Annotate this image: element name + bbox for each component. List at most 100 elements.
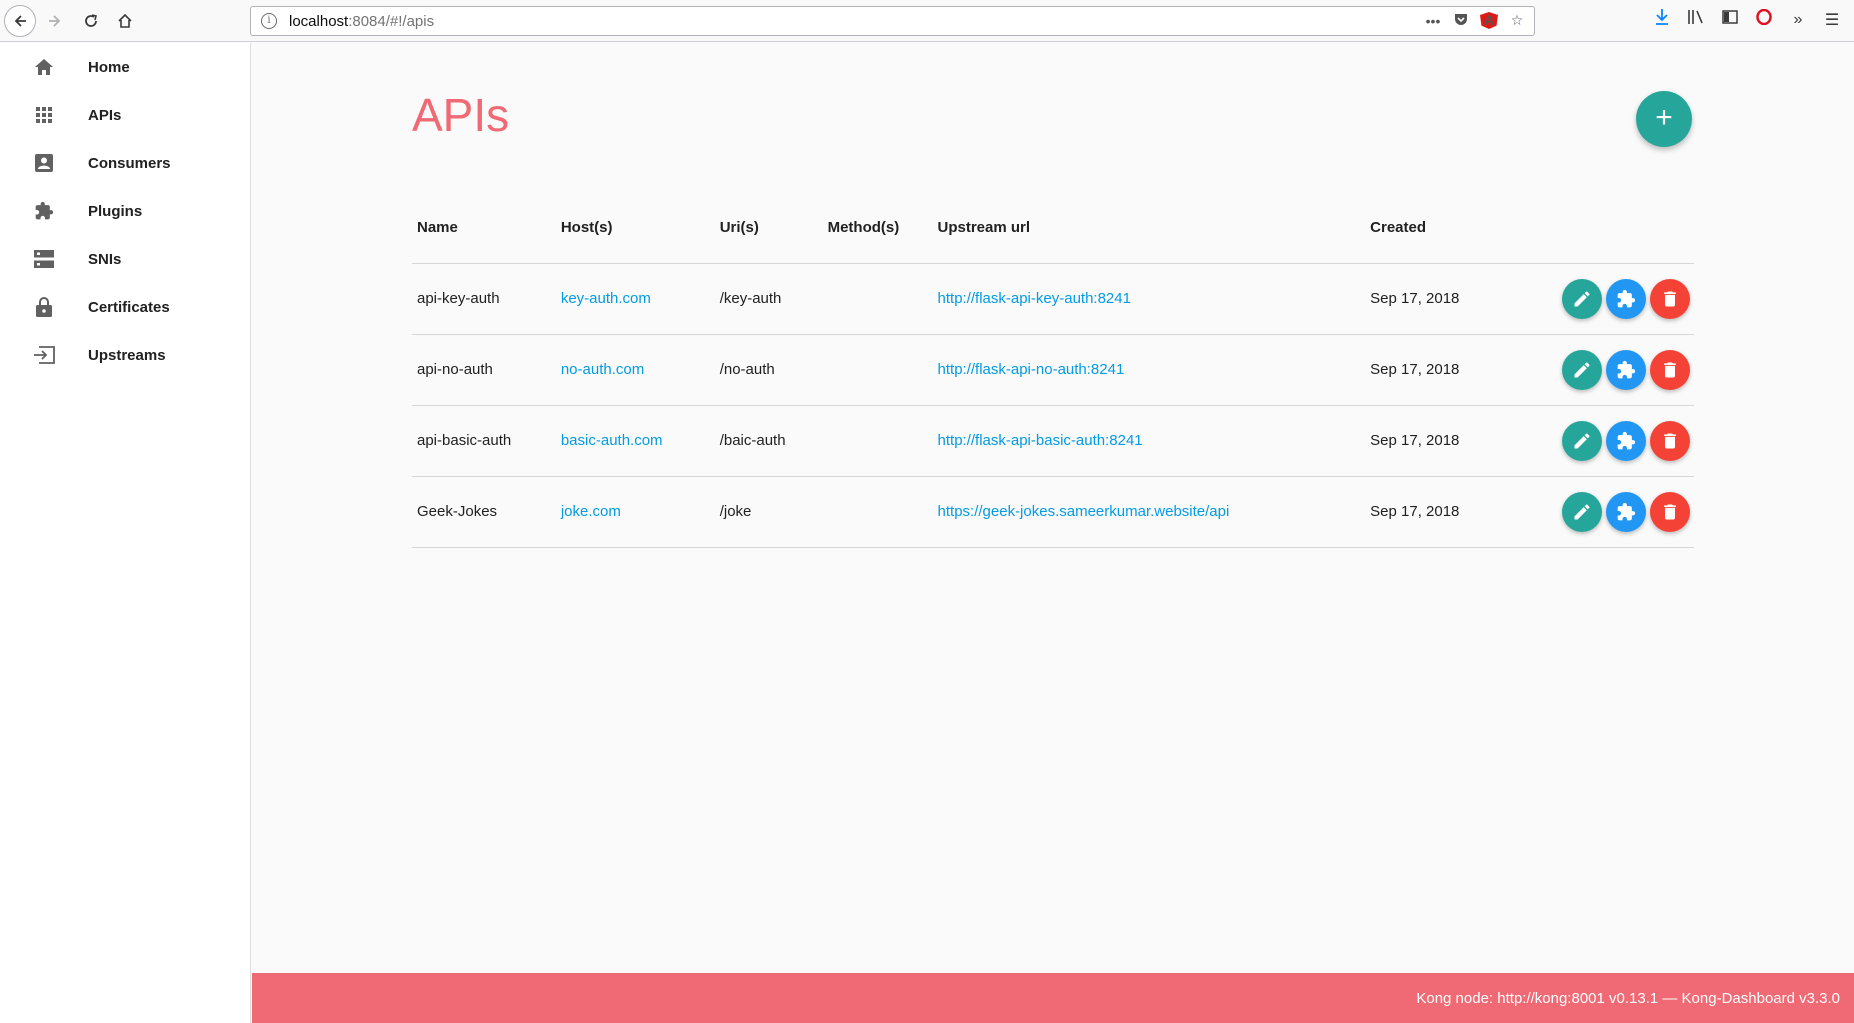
row-actions (1553, 405, 1694, 477)
api-upstream-link[interactable]: http://flask-api-no-auth:8241 (932, 334, 1366, 406)
browser-toolbar: i localhost:8084/#!/apis ••• A ☆ » ☰ (0, 0, 1854, 42)
api-host-link[interactable]: basic-auth.com (555, 405, 715, 477)
download-icon[interactable] (1652, 8, 1672, 31)
api-uri: /no-auth (714, 334, 823, 406)
sidebar-item-label: Certificates (88, 298, 170, 316)
overflow-chevron-icon[interactable]: » (1788, 11, 1808, 29)
sidebar-item-label: Upstreams (88, 346, 166, 364)
trash-icon (1664, 291, 1676, 306)
sidebar-item-label: Home (88, 58, 130, 76)
footer-version-text: Kong node: http://kong:8001 v0.13.1 — Ko… (1416, 989, 1840, 1007)
add-api-button[interactable]: + (1636, 91, 1692, 147)
edit-button[interactable] (1562, 278, 1602, 319)
more-icon[interactable]: ••• (1424, 13, 1442, 29)
extension-icon (1617, 360, 1636, 378)
trash-icon (1664, 433, 1676, 448)
main-content: APIs + Name Host(s) Uri(s) Method(s) Ups… (252, 43, 1854, 973)
sidebar-item-plugins[interactable]: Plugins (0, 187, 250, 235)
header-actions (1553, 193, 1694, 264)
sidebar-item-upstreams[interactable]: Upstreams (0, 331, 250, 379)
sidebar-item-label: Plugins (88, 202, 143, 220)
pencil-icon (1574, 432, 1590, 448)
table-header-row: Name Host(s) Uri(s) Method(s) Upstream u… (412, 193, 1694, 264)
api-method (822, 405, 933, 477)
page-title: APIs (412, 89, 510, 141)
info-icon[interactable]: i (261, 13, 277, 29)
url-bar[interactable]: i localhost:8084/#!/apis ••• A ☆ (250, 6, 1535, 36)
row-actions (1553, 476, 1694, 548)
edit-button[interactable] (1562, 420, 1602, 461)
header-upstream-url: Upstream url (932, 193, 1366, 264)
sidebar: Home APIs Consumers Plugins SNIs Certifi… (0, 43, 251, 1023)
sidebar-item-label: SNIs (88, 250, 122, 268)
arrow-right-icon (49, 14, 61, 27)
url-actions: ••• A ☆ (1424, 11, 1526, 30)
extension-icon (1617, 502, 1636, 520)
header-name: Name (412, 193, 556, 264)
api-uri: /baic-auth (714, 405, 823, 477)
api-created: Sep 17, 2018 (1365, 263, 1553, 335)
sidebar-item-home[interactable]: Home (0, 43, 250, 91)
apps-grid-icon (32, 103, 56, 127)
sidebar-item-label: APIs (88, 106, 122, 124)
delete-button[interactable] (1650, 349, 1690, 390)
toolbar-right: » ☰ (1652, 8, 1854, 31)
header-uris: Uri(s) (714, 193, 823, 264)
home-button[interactable] (110, 6, 140, 36)
plugins-button[interactable] (1606, 491, 1646, 532)
sidebar-item-apis[interactable]: APIs (0, 91, 250, 139)
api-created: Sep 17, 2018 (1365, 405, 1553, 477)
forward-button[interactable] (40, 6, 70, 36)
reload-button[interactable] (76, 6, 106, 36)
sidebar-item-snis[interactable]: SNIs (0, 235, 250, 283)
row-actions (1553, 334, 1694, 406)
home-icon (118, 13, 132, 28)
arrow-left-icon (14, 14, 26, 27)
sidebar-item-consumers[interactable]: Consumers (0, 139, 250, 187)
trash-icon (1664, 362, 1676, 377)
pocket-icon[interactable] (1452, 11, 1470, 30)
table-row: api-basic-auth basic-auth.com /baic-auth… (412, 405, 1694, 477)
sidebar-item-label: Consumers (88, 154, 171, 172)
sidebar-toggle-icon[interactable] (1720, 10, 1740, 29)
api-method (822, 476, 933, 548)
api-upstream-link[interactable]: http://flask-api-key-auth:8241 (932, 263, 1366, 335)
api-method (822, 263, 933, 335)
table-row: Geek-Jokes joke.com /joke https://geek-j… (412, 476, 1694, 548)
table-row: api-key-auth key-auth.com /key-auth http… (412, 263, 1694, 335)
delete-button[interactable] (1650, 491, 1690, 532)
api-name: api-basic-auth (412, 405, 556, 477)
delete-button[interactable] (1650, 420, 1690, 461)
api-method (822, 334, 933, 406)
api-upstream-link[interactable]: http://flask-api-basic-auth:8241 (932, 405, 1366, 477)
api-host-link[interactable]: joke.com (555, 476, 715, 548)
plugins-button[interactable] (1606, 278, 1646, 319)
home-icon (32, 55, 56, 79)
reload-icon (85, 13, 97, 27)
plugins-button[interactable] (1606, 349, 1646, 390)
opera-icon[interactable] (1754, 8, 1774, 30)
library-icon[interactable] (1686, 9, 1706, 30)
sidebar-item-certificates[interactable]: Certificates (0, 283, 250, 331)
angular-extension-icon[interactable]: A (1480, 12, 1498, 29)
api-host-link[interactable]: key-auth.com (555, 263, 715, 335)
back-button[interactable] (4, 4, 36, 37)
edit-button[interactable] (1562, 491, 1602, 532)
api-name: api-key-auth (412, 263, 556, 335)
header-methods: Method(s) (822, 193, 933, 264)
edit-button[interactable] (1562, 349, 1602, 390)
api-created: Sep 17, 2018 (1365, 476, 1553, 548)
plugins-button[interactable] (1606, 420, 1646, 461)
api-host-link[interactable]: no-auth.com (555, 334, 715, 406)
hamburger-menu-icon[interactable]: ☰ (1822, 10, 1842, 30)
delete-button[interactable] (1650, 278, 1690, 319)
table-row: api-no-auth no-auth.com /no-auth http://… (412, 334, 1694, 406)
api-created: Sep 17, 2018 (1365, 334, 1553, 406)
url-text[interactable]: localhost:8084/#!/apis (289, 13, 434, 30)
bookmark-star-icon[interactable]: ☆ (1508, 12, 1526, 29)
api-name: Geek-Jokes (412, 476, 556, 548)
api-upstream-link[interactable]: https://geek-jokes.sameerkumar.website/a… (932, 476, 1366, 548)
api-uri: /joke (714, 476, 823, 548)
api-uri: /key-auth (714, 263, 823, 335)
extension-icon (1617, 289, 1636, 307)
